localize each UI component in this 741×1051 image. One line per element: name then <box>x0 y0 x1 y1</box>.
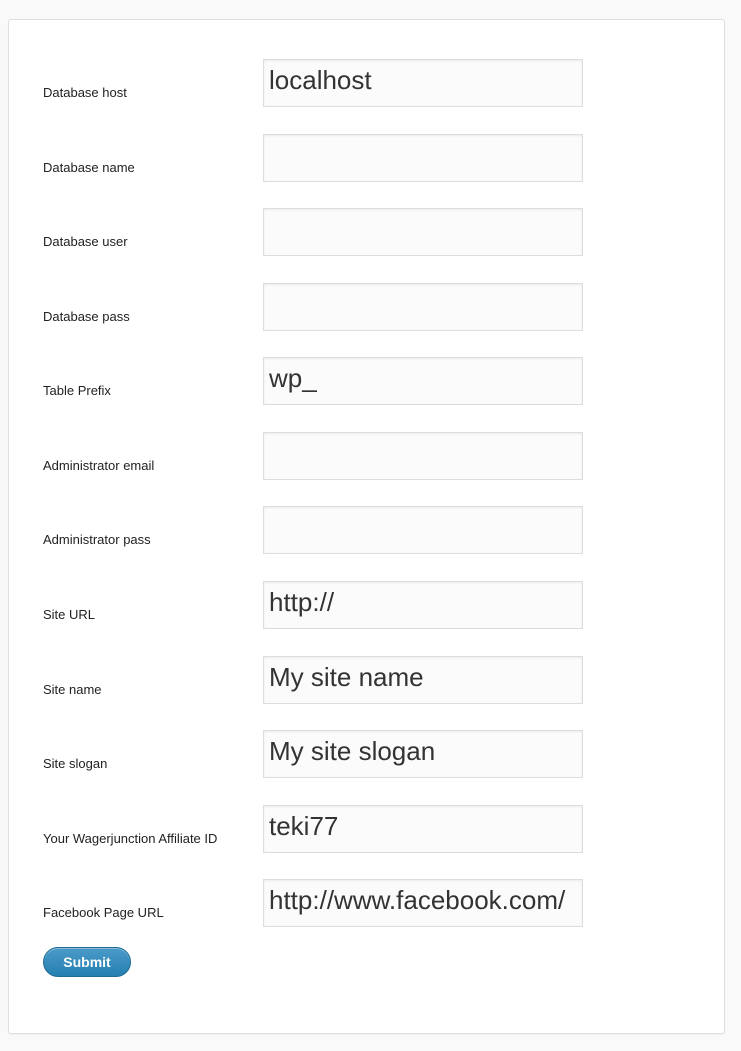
database-pass-input[interactable] <box>263 283 583 331</box>
database-host-label: Database host <box>43 85 127 100</box>
form-row-database-user: Database user <box>9 208 724 256</box>
affiliate-id-input[interactable] <box>263 805 583 853</box>
administrator-pass-label: Administrator pass <box>43 532 151 547</box>
site-url-input[interactable] <box>263 581 583 629</box>
form-row-facebook-page-url: Facebook Page URL <box>9 879 724 927</box>
database-user-label: Database user <box>43 234 128 249</box>
administrator-pass-input[interactable] <box>263 506 583 554</box>
install-form-panel: Database host Database name Database use… <box>8 19 725 1034</box>
site-slogan-input[interactable] <box>263 730 583 778</box>
form-row-administrator-email: Administrator email <box>9 432 724 480</box>
table-prefix-label: Table Prefix <box>43 383 111 398</box>
site-url-label: Site URL <box>43 607 96 622</box>
database-pass-label: Database pass <box>43 309 130 324</box>
form-row-administrator-pass: Administrator pass <box>9 506 724 554</box>
administrator-email-input[interactable] <box>263 432 583 480</box>
form-row-database-name: Database name <box>9 134 724 182</box>
site-name-label: Site name <box>43 682 102 697</box>
form-row-site-slogan: Site slogan <box>9 730 724 778</box>
table-prefix-input[interactable] <box>263 357 583 405</box>
site-name-input[interactable] <box>263 656 583 704</box>
site-slogan-label: Site slogan <box>43 756 108 771</box>
affiliate-id-label: Your Wagerjunction Affiliate ID <box>43 831 218 846</box>
database-name-input[interactable] <box>263 134 583 182</box>
form-row-table-prefix: Table Prefix <box>9 357 724 405</box>
facebook-page-url-input[interactable] <box>263 879 583 927</box>
database-host-input[interactable] <box>263 59 583 107</box>
administrator-email-label: Administrator email <box>43 458 155 473</box>
form-row-site-name: Site name <box>9 656 724 704</box>
form-row-database-pass: Database pass <box>9 283 724 331</box>
facebook-page-url-label: Facebook Page URL <box>43 905 164 920</box>
form-row-site-url: Site URL <box>9 581 724 629</box>
submit-button[interactable]: Submit <box>43 947 131 977</box>
form-row-affiliate-id: Your Wagerjunction Affiliate ID <box>9 805 724 853</box>
form-row-database-host: Database host <box>9 59 724 107</box>
database-name-label: Database name <box>43 160 135 175</box>
database-user-input[interactable] <box>263 208 583 256</box>
